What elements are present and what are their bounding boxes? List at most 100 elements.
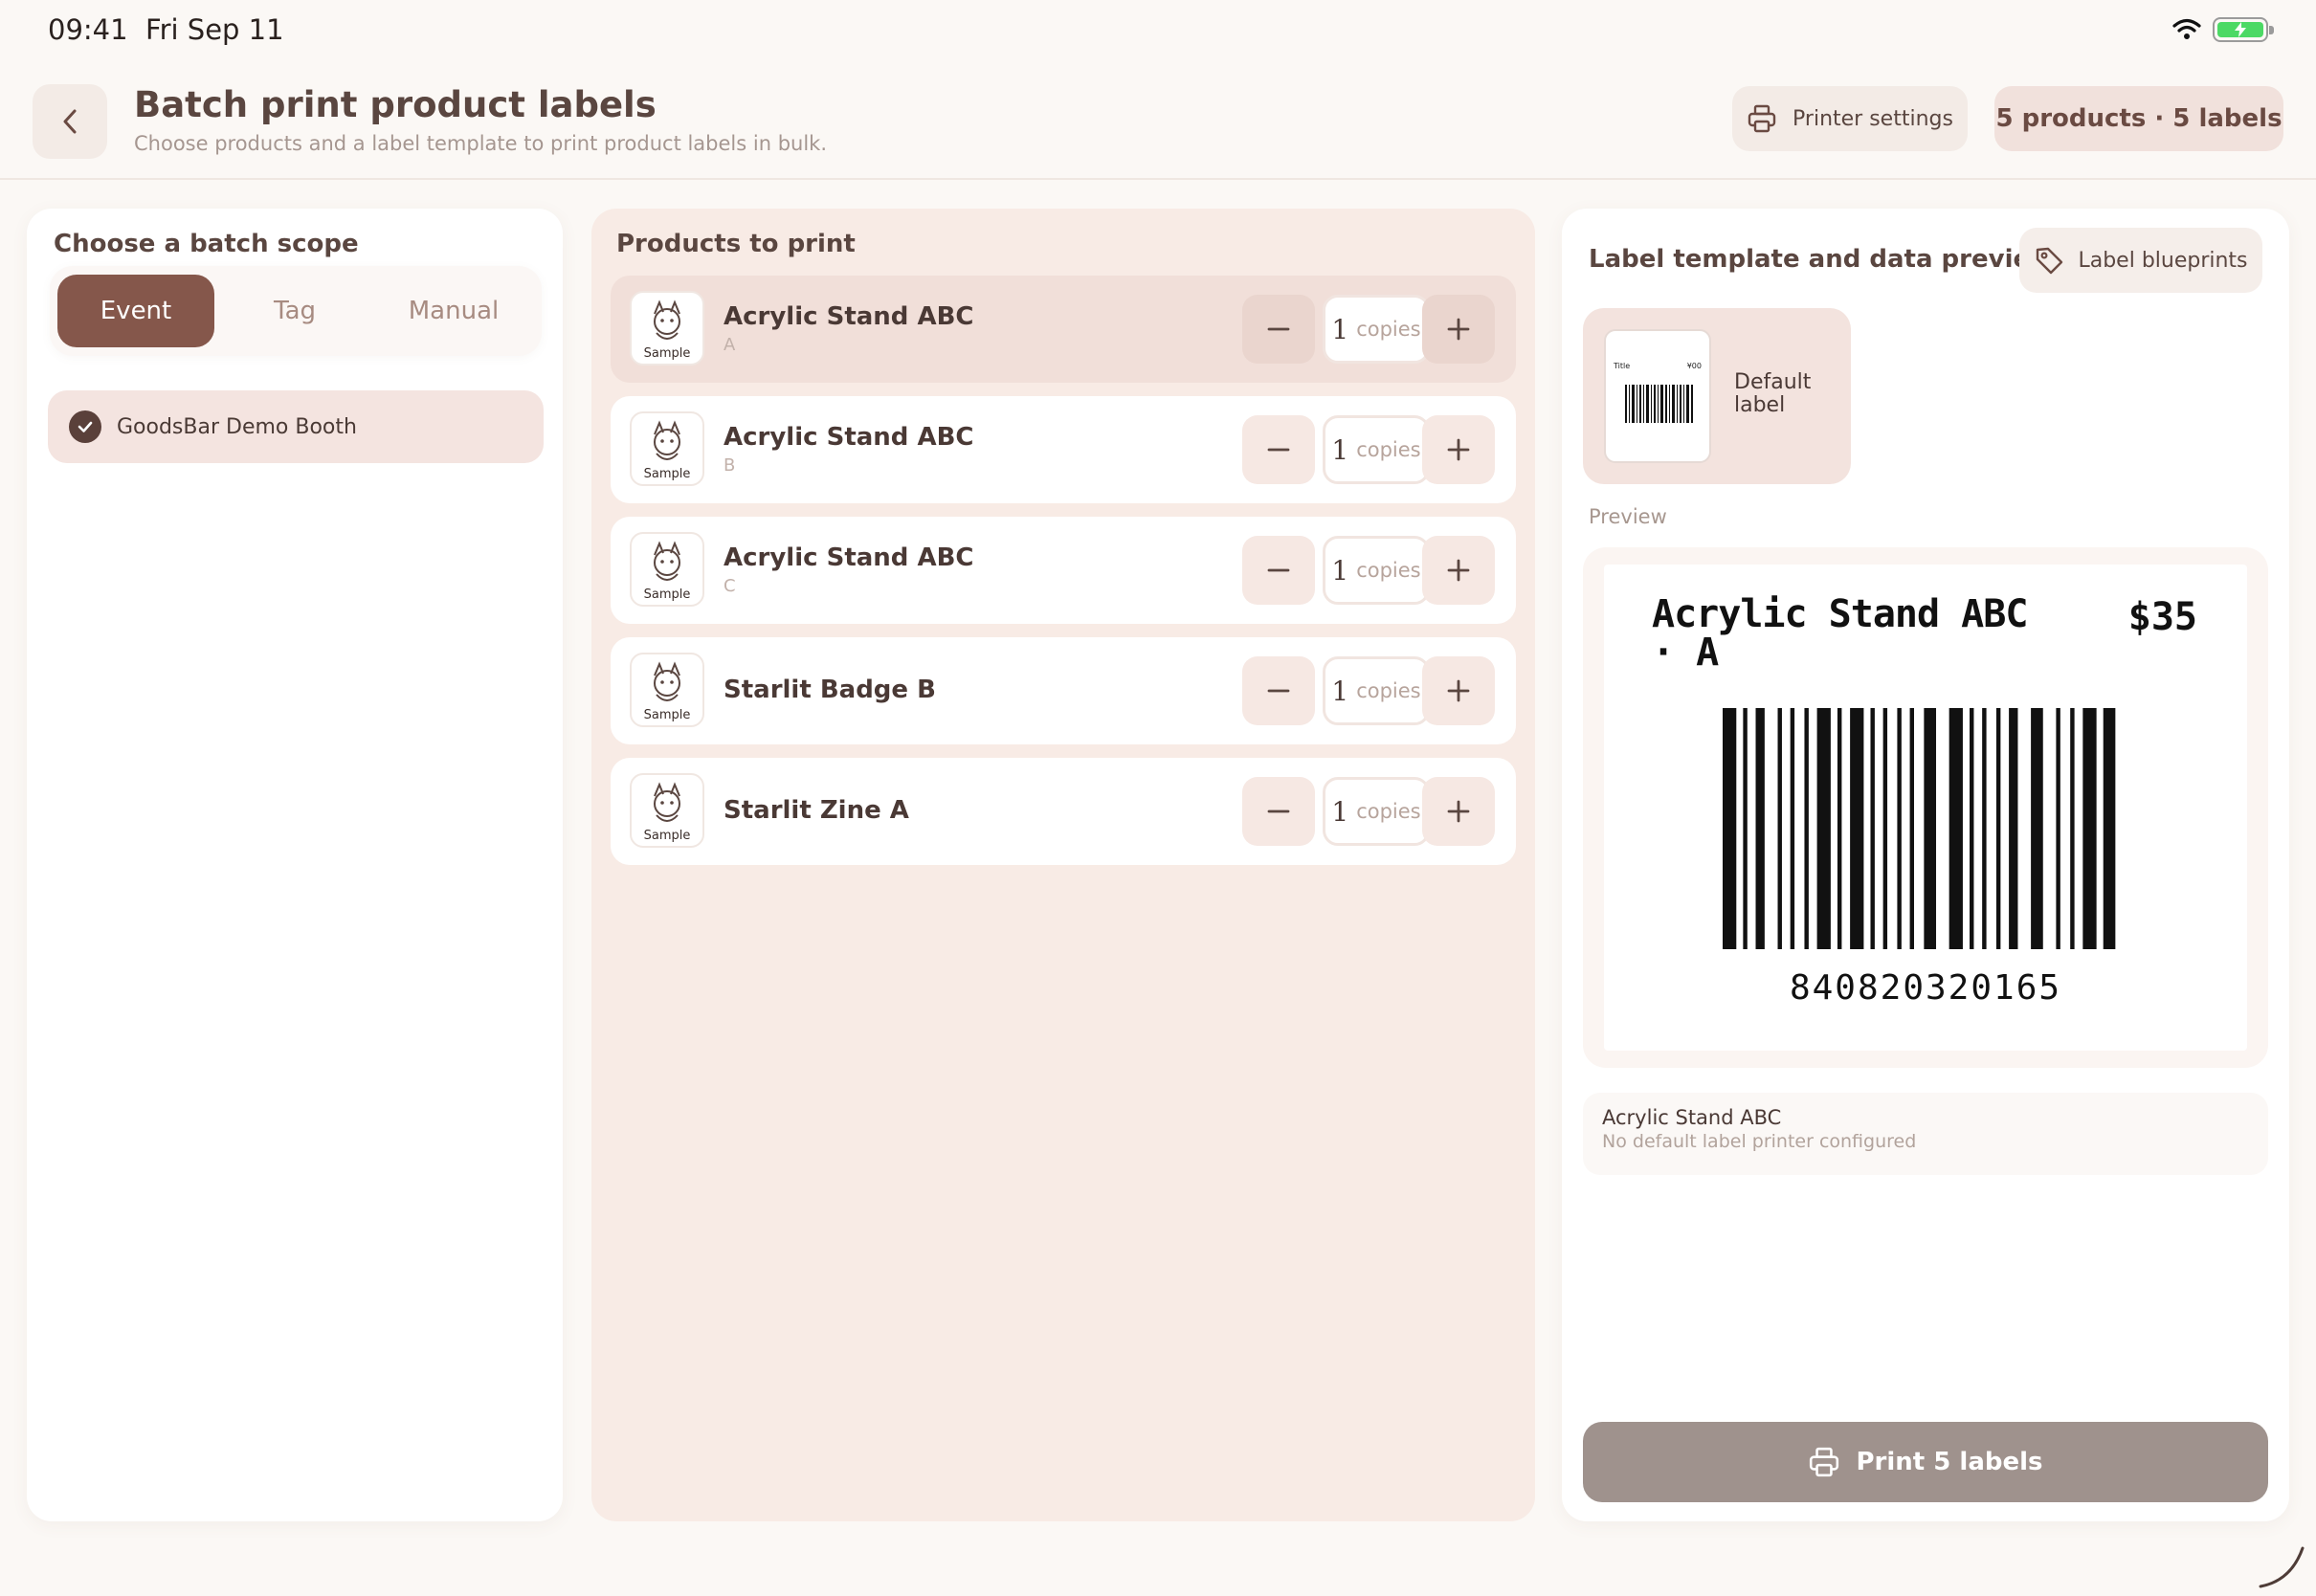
- barcode-bar: [2031, 708, 2043, 949]
- product-row[interactable]: Sample Acrylic Stand ABC C 1 copies: [611, 517, 1516, 624]
- page-header: Batch print product labels Choose produc…: [0, 80, 2316, 180]
- minus-icon: [1266, 558, 1291, 583]
- increase-button[interactable]: [1422, 536, 1495, 605]
- minus-icon: [1266, 678, 1291, 703]
- thumbnail-caption: Sample: [643, 346, 691, 361]
- scope-title: Choose a batch scope: [54, 230, 359, 258]
- product-thumbnail: Sample: [630, 532, 704, 607]
- barcode-bar: [2009, 708, 2018, 949]
- quantity-value: 1: [1331, 554, 1349, 587]
- wifi-icon: [2172, 18, 2201, 41]
- quantity-field[interactable]: 1 copies: [1323, 415, 1430, 484]
- decrease-button[interactable]: [1242, 415, 1315, 484]
- barcode-bar: [1882, 708, 1888, 949]
- quantity-value: 1: [1331, 675, 1349, 707]
- barcode-bar: [1850, 708, 1864, 949]
- template-option-default[interactable]: Title ¥00 Default label: [1583, 308, 1851, 484]
- scope-item-label: GoodsBar Demo Booth: [117, 414, 357, 439]
- label-blueprints-label: Label blueprints: [2078, 248, 2248, 273]
- increase-button[interactable]: [1422, 295, 1495, 364]
- template-thumbnail-name: Title: [1614, 362, 1631, 370]
- product-name: Acrylic Stand ABC: [724, 302, 974, 331]
- tab-event[interactable]: Event: [57, 275, 214, 347]
- barcode-bar: [1982, 708, 1987, 949]
- back-button[interactable]: [33, 84, 107, 159]
- product-thumbnail: Sample: [630, 773, 704, 848]
- increase-button[interactable]: [1422, 656, 1495, 725]
- plus-icon: [1446, 437, 1471, 462]
- product-thumbnail: Sample: [630, 411, 704, 486]
- preview-product-name: Acrylic Stand ABC: [1602, 1106, 1782, 1129]
- barcode-graphic: [1723, 708, 2116, 949]
- label-preview: Acrylic Stand ABC · A $35 840820320165: [1583, 547, 2268, 1068]
- quantity-field[interactable]: 1 copies: [1323, 536, 1430, 605]
- quantity-value: 1: [1331, 433, 1349, 466]
- label-paper: Acrylic Stand ABC · A $35 840820320165: [1604, 565, 2247, 1051]
- tab-manual[interactable]: Manual: [375, 275, 532, 347]
- quantity-unit: copies: [1356, 800, 1421, 823]
- page-title: Batch print product labels: [134, 84, 657, 125]
- plus-icon: [1446, 317, 1471, 342]
- barcode-bar: [1723, 708, 1737, 949]
- product-row[interactable]: Sample Starlit Badge B 1 copies: [611, 637, 1516, 744]
- template-name: Default label: [1734, 370, 1812, 417]
- quantity-value: 1: [1331, 795, 1349, 828]
- barcode-bar: [1837, 708, 1842, 949]
- scope-item-goodsbar-demo-booth[interactable]: GoodsBar Demo Booth: [48, 390, 544, 463]
- preview-info-card: Acrylic Stand ABC No default label print…: [1583, 1093, 2268, 1175]
- barcode-bar: [2056, 708, 2060, 949]
- product-name: Starlit Badge B: [724, 676, 936, 704]
- plus-icon: [1446, 558, 1471, 583]
- printer-status: No default label printer configured: [1602, 1131, 1917, 1152]
- clock-time: 09:41: [48, 13, 128, 46]
- quantity-unit: copies: [1356, 559, 1421, 582]
- barcode-bar: [1816, 708, 1831, 949]
- label-price: $35: [2127, 595, 2197, 639]
- product-variant: C: [724, 576, 736, 596]
- quantity-unit: copies: [1356, 438, 1421, 461]
- decrease-button[interactable]: [1242, 656, 1315, 725]
- printer-settings-button[interactable]: Printer settings: [1732, 86, 1968, 151]
- clock-date: Fri Sep 11: [145, 13, 284, 46]
- thumbnail-caption: Sample: [643, 708, 691, 722]
- increase-button[interactable]: [1422, 415, 1495, 484]
- thumbnail-caption: Sample: [643, 587, 691, 602]
- product-name: Acrylic Stand ABC: [724, 543, 974, 572]
- quantity-field[interactable]: 1 copies: [1323, 777, 1430, 846]
- minus-icon: [1266, 437, 1291, 462]
- barcode-bar: [1897, 708, 1902, 949]
- products-title: Products to print: [616, 230, 856, 258]
- barcode-bar: [2103, 708, 2116, 949]
- product-row[interactable]: Sample Starlit Zine A 1 copies: [611, 758, 1516, 865]
- barcode-number: 840820320165: [1789, 968, 2062, 1008]
- chevron-left-icon: [59, 107, 80, 136]
- quantity-field[interactable]: 1 copies: [1323, 656, 1430, 725]
- barcode-bar: [1924, 708, 1937, 949]
- products-panel: Products to print Sample Acrylic Stand A…: [591, 209, 1535, 1521]
- quantity-field[interactable]: 1 copies: [1323, 295, 1430, 364]
- barcode-bar: [1909, 708, 1914, 949]
- checkmark-icon: [69, 410, 101, 443]
- decrease-button[interactable]: [1242, 536, 1315, 605]
- barcode-bar: [1804, 708, 1809, 949]
- decrease-button[interactable]: [1242, 295, 1315, 364]
- product-variant: A: [724, 335, 736, 355]
- minus-icon: [1266, 317, 1291, 342]
- product-name: Acrylic Stand ABC: [724, 423, 974, 452]
- status-time: 09:41 Fri Sep 11: [48, 13, 284, 46]
- print-labels-button[interactable]: Print 5 labels: [1583, 1422, 2268, 1502]
- product-variant: B: [724, 455, 736, 476]
- increase-button[interactable]: [1422, 777, 1495, 846]
- decrease-button[interactable]: [1242, 777, 1315, 846]
- product-name: Starlit Zine A: [724, 796, 909, 825]
- product-row[interactable]: Sample Acrylic Stand ABC B 1 copies: [611, 396, 1516, 503]
- thumbnail-caption: Sample: [643, 829, 691, 843]
- barcode-bar: [1870, 708, 1875, 949]
- barcode-bar: [1995, 708, 2001, 949]
- printer-icon: [1747, 103, 1777, 134]
- tab-tag[interactable]: Tag: [216, 275, 373, 347]
- plus-icon: [1446, 678, 1471, 703]
- product-row[interactable]: Sample Acrylic Stand ABC A 1 copies: [611, 276, 1516, 383]
- product-thumbnail: Sample: [630, 291, 704, 366]
- label-blueprints-button[interactable]: Label blueprints: [2019, 228, 2262, 293]
